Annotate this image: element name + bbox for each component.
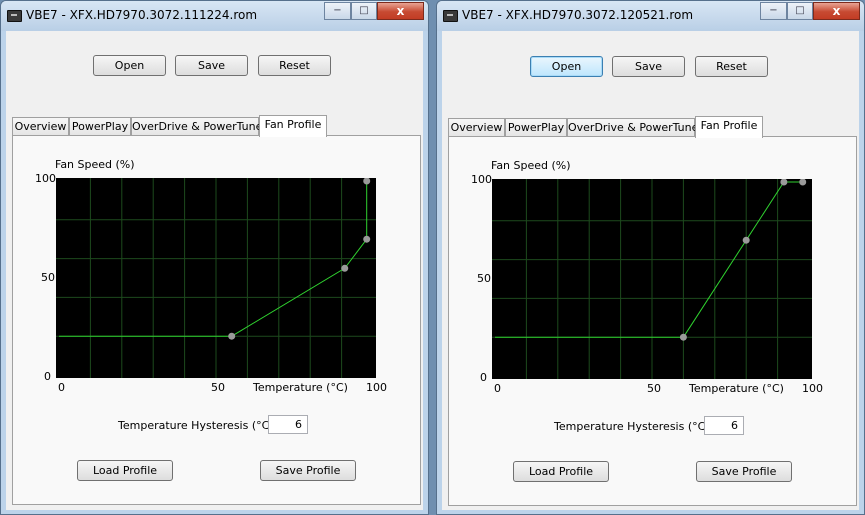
x-axis-label: Temperature (°C) xyxy=(253,381,348,394)
save-button[interactable]: Save xyxy=(612,56,685,77)
app-icon xyxy=(443,10,458,22)
y-tick-50: 50 xyxy=(41,271,55,284)
tab-overdrive-powertune[interactable]: OverDrive & PowerTune xyxy=(567,118,698,137)
open-button[interactable]: Open xyxy=(530,56,603,77)
tab-fan-profile[interactable]: Fan Profile xyxy=(259,115,327,137)
hysteresis-input[interactable] xyxy=(268,415,308,434)
window-client: Open Save Reset Overview PowerPlay OverD… xyxy=(6,31,423,510)
reset-button[interactable]: Reset xyxy=(258,55,331,76)
maximize-button[interactable]: □ xyxy=(351,2,377,20)
tab-overdrive-powertune[interactable]: OverDrive & PowerTune xyxy=(131,117,262,136)
open-button[interactable]: Open xyxy=(93,55,166,76)
tab-powerplay[interactable]: PowerPlay xyxy=(505,118,567,137)
tab-powerplay[interactable]: PowerPlay xyxy=(69,117,131,136)
save-button[interactable]: Save xyxy=(175,55,248,76)
fan-profile-panel: Fan Speed (%) 100 50 0 0 50 Temperature … xyxy=(448,136,857,506)
save-profile-button[interactable]: Save Profile xyxy=(260,460,356,481)
x-tick-100: 100 xyxy=(366,381,387,394)
y-tick-100: 100 xyxy=(471,173,492,186)
y-tick-100: 100 xyxy=(35,172,56,185)
fan-curve-point xyxy=(228,332,236,340)
fan-curve-point xyxy=(341,264,349,272)
minimize-button[interactable]: − xyxy=(324,2,351,20)
title-bar[interactable]: VBE7 - XFX.HD7970.3072.111224.rom − □ x xyxy=(1,1,428,31)
fan-curve-point xyxy=(363,235,371,243)
tab-overview[interactable]: Overview xyxy=(12,117,69,136)
x-tick-50: 50 xyxy=(211,381,225,394)
x-tick-50: 50 xyxy=(647,382,661,395)
x-tick-0: 0 xyxy=(58,381,65,394)
tab-fan-profile[interactable]: Fan Profile xyxy=(695,116,763,138)
save-profile-button[interactable]: Save Profile xyxy=(696,461,792,482)
fan-curve-point xyxy=(742,236,750,244)
x-tick-0: 0 xyxy=(494,382,501,395)
fan-speed-chart[interactable] xyxy=(56,178,376,378)
title-bar[interactable]: VBE7 - XFX.HD7970.3072.120521.rom − □ x xyxy=(437,1,864,31)
tab-overview[interactable]: Overview xyxy=(448,118,505,137)
hysteresis-input[interactable] xyxy=(704,416,744,435)
x-axis-label: Temperature (°C) xyxy=(689,382,784,395)
y-axis-label: Fan Speed (%) xyxy=(491,159,571,172)
close-button[interactable]: x xyxy=(813,2,860,20)
window-title: VBE7 - XFX.HD7970.3072.111224.rom xyxy=(26,8,258,22)
x-tick-100: 100 xyxy=(802,382,823,395)
load-profile-button[interactable]: Load Profile xyxy=(513,461,609,482)
window-client: Open Save Reset Overview PowerPlay OverD… xyxy=(442,31,859,510)
maximize-button[interactable]: □ xyxy=(787,2,813,20)
hysteresis-label: Temperature Hysteresis (°C) xyxy=(118,419,274,432)
y-tick-0: 0 xyxy=(480,371,487,384)
y-tick-50: 50 xyxy=(477,272,491,285)
y-tick-0: 0 xyxy=(44,370,51,383)
app-icon xyxy=(7,10,22,22)
hysteresis-label: Temperature Hysteresis (°C) xyxy=(554,420,710,433)
minimize-button[interactable]: − xyxy=(760,2,787,20)
window-title: VBE7 - XFX.HD7970.3072.120521.rom xyxy=(462,8,694,22)
reset-button[interactable]: Reset xyxy=(695,56,768,77)
load-profile-button[interactable]: Load Profile xyxy=(77,460,173,481)
y-axis-label: Fan Speed (%) xyxy=(55,158,135,171)
fan-curve-point xyxy=(679,333,687,341)
fan-profile-panel: Fan Speed (%) 100 50 0 0 50 Temperature … xyxy=(12,135,421,505)
fan-speed-chart[interactable] xyxy=(492,179,812,379)
window-right: VBE7 - XFX.HD7970.3072.120521.rom − □ x … xyxy=(436,0,865,515)
window-left: VBE7 - XFX.HD7970.3072.111224.rom − □ x … xyxy=(0,0,429,515)
close-button[interactable]: x xyxy=(377,2,424,20)
